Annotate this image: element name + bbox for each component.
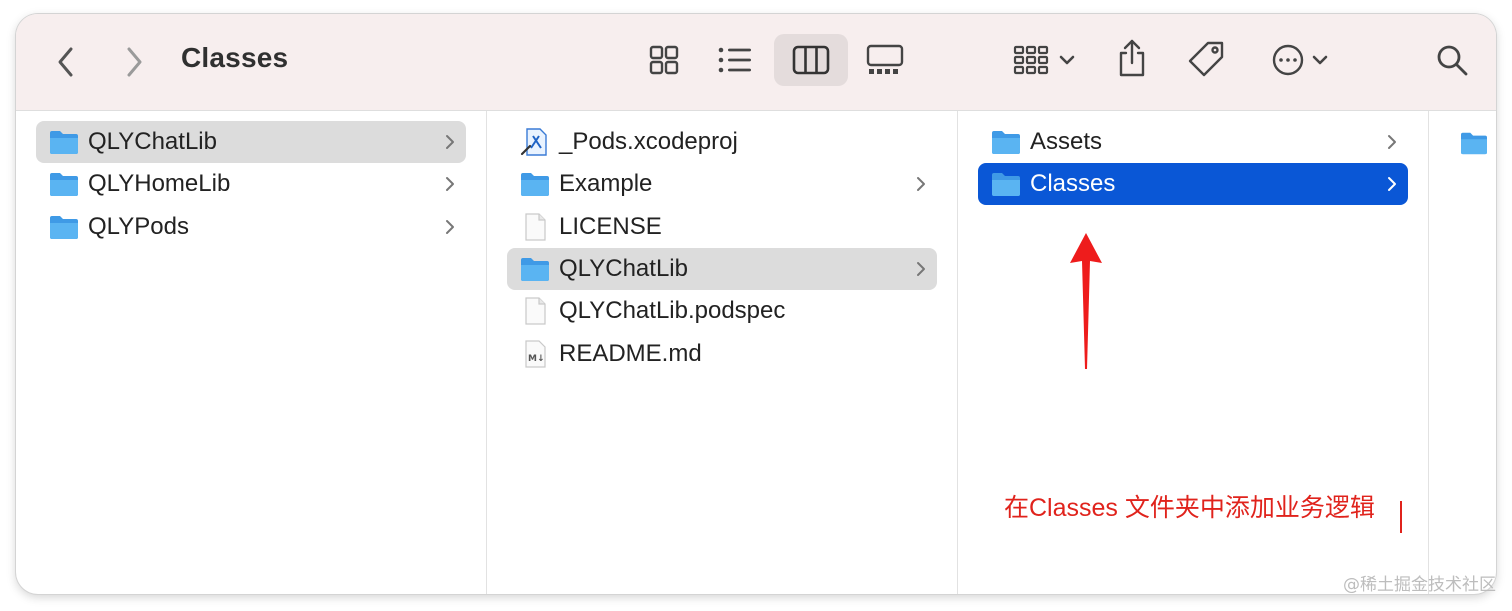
share-icon [1119,39,1145,77]
file-row-qlychatlib[interactable]: QLYChatLib [507,247,937,290]
search-icon [1437,45,1468,76]
file-row-qlypods[interactable]: QLYPods [36,206,466,248]
file-row-label: QLYPods [88,212,189,240]
svg-text:M↓: M↓ [528,354,545,364]
tag-button[interactable] [1184,36,1228,82]
file-row-label: QLYChatLib [559,254,688,282]
chevron-down-icon [1312,55,1328,65]
file-row-qlychatlib[interactable]: QLYChatLib [36,121,466,163]
finder-window: Classes QLYChatLib QLYHomeLib QLYPods _P… [16,14,1496,594]
gallery-view-icon [866,44,904,74]
file-row-label: QLYHomeLib [88,170,231,198]
file-row-readme-md[interactable]: M↓ README.md [507,333,937,375]
column-view-button[interactable] [788,38,834,82]
file-row-license[interactable]: LICENSE [507,206,937,248]
share-button[interactable] [1112,34,1152,82]
file-row-qlychatlib-podspec[interactable]: QLYChatLib.podspec [507,290,937,332]
list-view-icon [718,47,751,73]
watermark: @稀土掘金技术社区 [1343,575,1496,595]
back-button[interactable] [44,40,88,84]
chevron-right-icon [915,174,927,194]
text-caret [1400,501,1402,533]
group-icon [1013,45,1049,75]
file-row-assets[interactable]: Assets [978,121,1408,163]
folder-icon [990,128,1022,156]
file-row-pods-xcodeproj[interactable]: _Pods.xcodeproj [507,121,937,163]
folder-icon [48,128,80,156]
column-2: _Pods.xcodeproj Example LICENSE QLYChatLib Q… [487,111,958,594]
gallery-view-button[interactable] [862,38,908,82]
folder-icon [48,170,80,198]
tag-icon [1188,41,1224,77]
chevron-down-icon [1059,55,1075,65]
file-row-label: Example [559,170,653,198]
column-4 [1429,111,1496,594]
folder-icon [519,170,551,198]
forward-button[interactable] [112,40,156,84]
search-button[interactable] [1430,38,1474,82]
group-by-button[interactable] [1006,38,1082,82]
chevron-left-icon [58,47,73,77]
folder-icon [519,255,551,283]
window-title: Classes [181,42,289,73]
chevron-right-icon [444,217,456,237]
icon-view-button[interactable] [644,38,684,82]
folder-icon [48,213,80,241]
chevron-right-icon [915,259,927,279]
column-1: QLYChatLib QLYHomeLib QLYPods [16,111,487,594]
file-row-label: README.md [559,339,702,367]
file-row-label: LICENSE [559,212,662,240]
file-row-example[interactable]: Example [507,163,937,205]
more-actions-button[interactable] [1266,38,1334,82]
chevron-right-icon [444,132,456,152]
chevron-right-icon [1386,132,1398,152]
file-row-classes[interactable]: Classes [978,163,1408,206]
icon-view-icon [649,45,679,75]
xcodeproj-icon [519,128,551,156]
file-row-label: Assets [1030,128,1103,155]
file-row-qlyhomelib[interactable]: QLYHomeLib [36,163,466,205]
column-view-icon [792,45,830,75]
chevron-right-icon [444,174,456,194]
file-row-label: QLYChatLib [88,128,217,155]
folder-icon [1461,132,1487,155]
more-icon [1272,44,1304,76]
chevron-right-icon [127,47,142,77]
document-icon [519,297,551,325]
toolbar: Classes [16,14,1496,111]
file-row-label: _Pods.xcodeproj [559,128,738,155]
file-row-label: QLYChatLib.podspec [559,297,786,325]
chevron-right-icon [1386,174,1398,194]
document-icon [519,212,551,241]
folder-icon [990,170,1022,198]
annotation-arrow [1070,233,1102,369]
file-row-label: Classes [1030,170,1116,198]
annotation-text: 在Classes 文件夹中添加业务逻辑 [1004,494,1375,522]
markdown-file-icon: M↓ [519,339,551,368]
list-view-button[interactable] [714,38,756,82]
